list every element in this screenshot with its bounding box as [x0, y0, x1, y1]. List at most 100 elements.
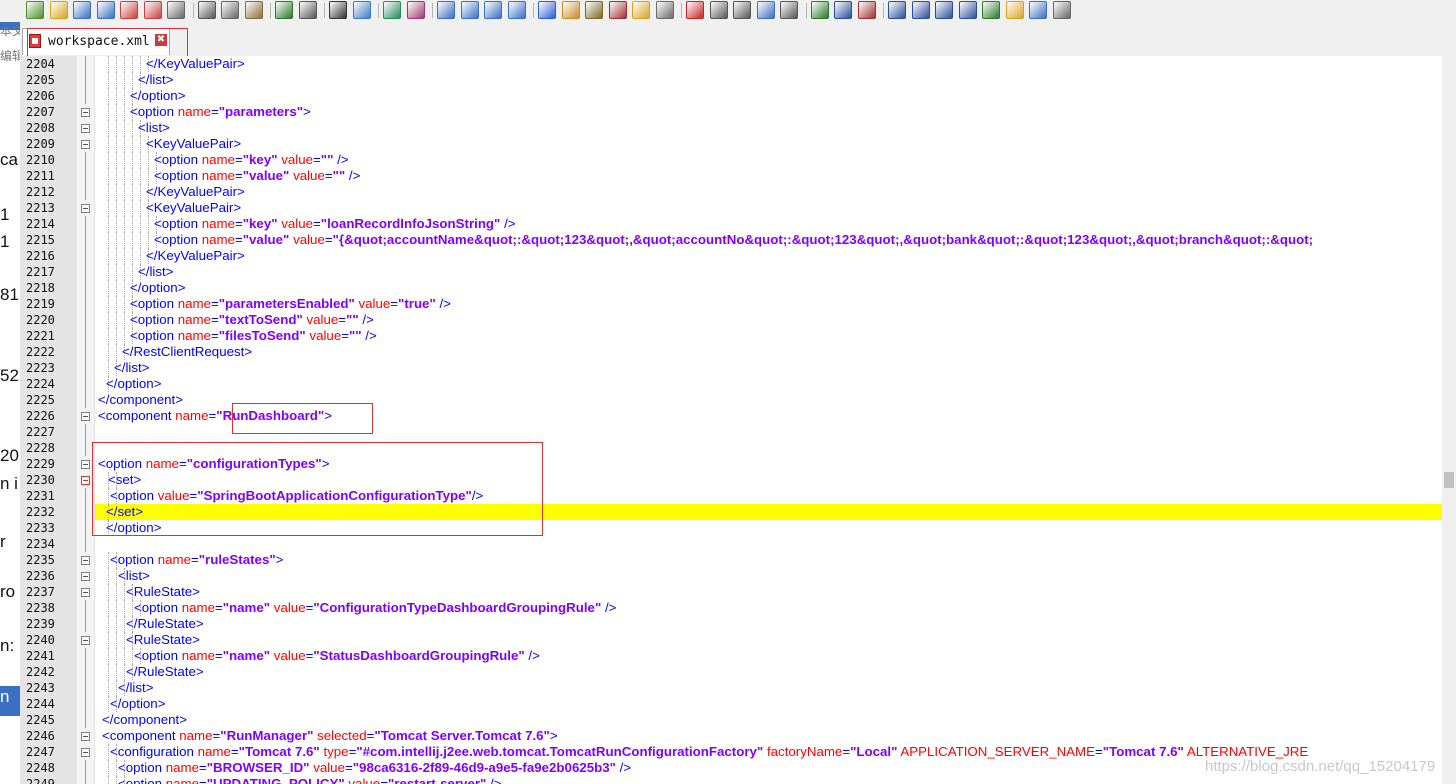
tab-annotation-box [27, 28, 188, 57]
monitor-icon[interactable] [655, 1, 674, 19]
indent-guide [124, 56, 126, 72]
indent-guide [108, 88, 110, 104]
indent-guide [132, 280, 134, 296]
fold-toggle-icon[interactable] [81, 636, 90, 645]
fold-toggle-icon[interactable] [81, 412, 90, 421]
down-icon[interactable] [935, 1, 953, 19]
xml-attr-token: value [313, 760, 345, 775]
indent-guide [140, 264, 142, 280]
xml-tag-token: <RuleState> [126, 584, 200, 599]
record-macro-icon[interactable] [686, 1, 704, 19]
copy-icon[interactable] [221, 1, 239, 19]
cut-icon[interactable] [197, 1, 216, 19]
line-number: 2214 [26, 217, 55, 231]
line-number: 2244 [26, 697, 55, 711]
replace-icon[interactable] [352, 1, 371, 19]
indent-guide [124, 680, 126, 696]
save-all-icon[interactable] [96, 1, 115, 19]
find-icon[interactable] [329, 1, 347, 19]
close-icon[interactable] [120, 1, 138, 19]
code-line: <configuration name="Tomcat 7.6" type="#… [110, 744, 1308, 760]
indent-guide [140, 232, 142, 248]
folder-icon[interactable] [632, 1, 650, 19]
indent-guide [132, 104, 134, 120]
fold-line [85, 504, 86, 520]
sync-h-icon[interactable] [460, 1, 479, 19]
xml-tag-token: = [338, 312, 347, 327]
zoom-out-icon[interactable] [406, 1, 425, 19]
code-line: <option name="name" value="StatusDashboa… [134, 648, 540, 664]
run-macro-icon[interactable] [756, 1, 775, 19]
paste-icon[interactable] [244, 1, 263, 19]
print-icon[interactable] [167, 1, 185, 19]
plugin-icon[interactable] [1052, 1, 1071, 19]
expand-icon[interactable] [958, 1, 977, 19]
indent-guide [108, 184, 110, 200]
sync-v-icon[interactable] [437, 1, 455, 19]
word-wrap-icon[interactable] [484, 1, 502, 19]
save-macro-icon[interactable] [780, 1, 798, 19]
folder-open-icon[interactable] [1005, 1, 1024, 19]
redo-icon[interactable] [298, 1, 317, 19]
pretty-print-icon[interactable] [834, 1, 852, 19]
line-number: 2232 [26, 505, 55, 519]
open-icon[interactable] [49, 1, 68, 19]
indent-guide [108, 664, 110, 680]
doc-map-icon[interactable] [608, 1, 627, 19]
undo-icon[interactable] [275, 1, 293, 19]
xml-tools-icon[interactable] [810, 1, 829, 19]
indent-guide [140, 72, 142, 88]
xml-tag-token: <option [130, 328, 178, 343]
fold-toggle-icon[interactable] [81, 572, 90, 581]
line-number: 2239 [26, 617, 55, 631]
new-file-icon[interactable] [26, 1, 44, 19]
show-all-chars-icon[interactable] [507, 1, 526, 19]
fold-toggle-icon[interactable] [81, 124, 90, 133]
xml-value-token: "ruleStates" [198, 552, 276, 567]
up-icon[interactable] [911, 1, 930, 19]
fold-toggle-icon[interactable] [81, 748, 90, 757]
fold-toggle-icon[interactable] [81, 108, 90, 117]
xml-attr-token: value [293, 168, 325, 183]
xml-tag-token: <configuration [110, 744, 198, 759]
xml-attr-token: name [181, 600, 215, 615]
fold-toggle-icon[interactable] [81, 588, 90, 597]
fold-toggle-icon[interactable] [81, 140, 90, 149]
indent-guide [108, 232, 110, 248]
terminal-icon[interactable] [1029, 1, 1047, 19]
code-editor[interactable]: 2204 2205 2206 2207 2208 2209 2210 2211 2212 2213… [20, 56, 1456, 784]
function-list-icon[interactable] [585, 1, 603, 19]
play-macro-icon[interactable] [733, 1, 751, 19]
vertical-scrollbar[interactable] [1442, 56, 1456, 784]
xml-tag-token: = [230, 744, 239, 759]
fold-toggle-icon[interactable] [81, 476, 90, 485]
indent-guide [116, 120, 118, 136]
udl-icon[interactable] [561, 1, 580, 19]
collapse-icon[interactable] [888, 1, 906, 19]
code-line: <option name="textToSend" value="" /> [130, 312, 374, 328]
fold-toggle-icon[interactable] [81, 732, 90, 741]
scrollbar-thumb[interactable] [1444, 472, 1454, 488]
stop-macro-icon[interactable] [709, 1, 728, 19]
fold-toggle-icon[interactable] [81, 556, 90, 565]
indent-guide [156, 168, 158, 184]
background-text: 52 [0, 366, 19, 385]
fold-toggle-icon[interactable] [81, 204, 90, 213]
indent-guide [124, 632, 126, 648]
code-line: </list> [138, 72, 173, 88]
zoom-in-icon[interactable] [383, 1, 401, 19]
indent-guide [148, 184, 150, 200]
xml-attr-token: ALTERNATIVE_JRE [1186, 744, 1309, 759]
tree-icon[interactable] [982, 1, 1000, 19]
save-icon[interactable] [73, 1, 91, 19]
xml-tag-token: </list> [114, 360, 150, 375]
fold-toggle-icon[interactable] [81, 460, 90, 469]
close-all-icon[interactable] [143, 1, 162, 19]
indent-guide-icon[interactable] [538, 1, 556, 19]
xml-tag-token: = [390, 296, 399, 311]
check-xml-icon[interactable] [857, 1, 876, 19]
code-line: </RuleState> [126, 616, 204, 632]
xml-attr-token: value [273, 600, 306, 615]
indent-guide [124, 760, 126, 776]
xml-tag-token: /> [435, 296, 451, 311]
